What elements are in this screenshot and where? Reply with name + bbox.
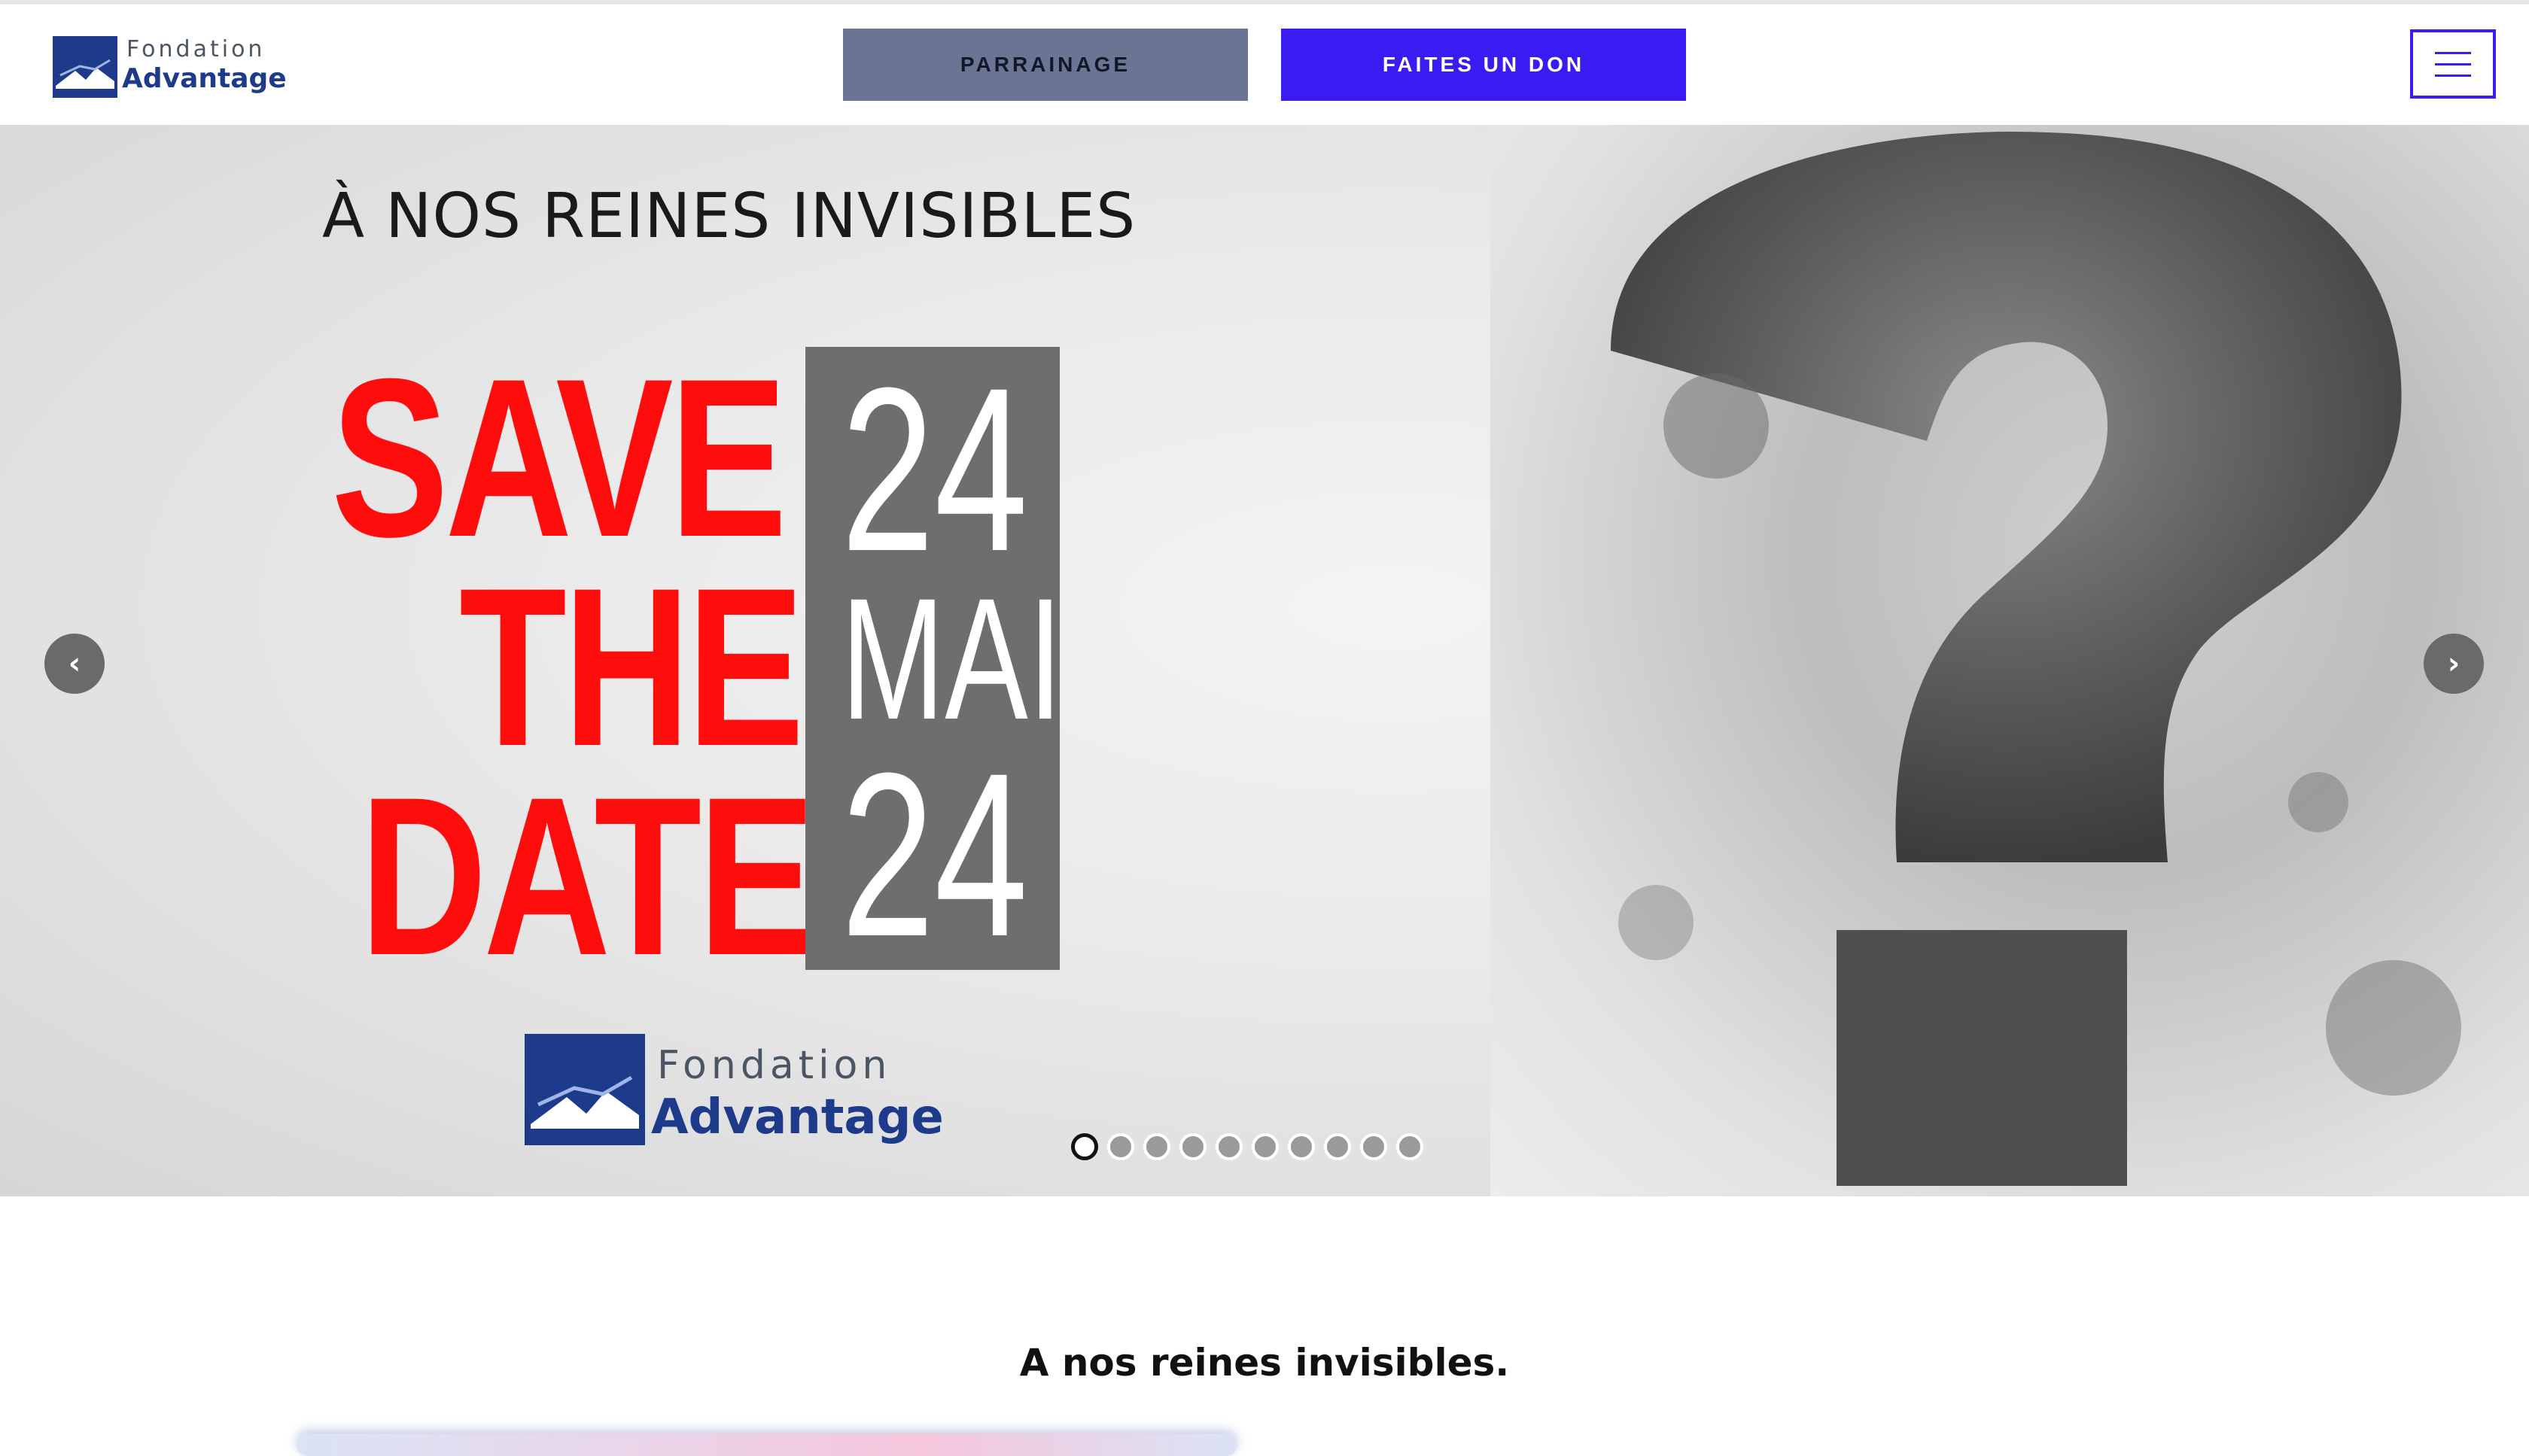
carousel-dot-7[interactable] bbox=[1288, 1133, 1315, 1160]
event-date-month: MAI bbox=[841, 562, 1063, 755]
content-card-preview[interactable] bbox=[297, 1433, 1237, 1456]
hamburger-menu-icon bbox=[2435, 62, 2471, 65]
carousel-dots bbox=[1071, 1133, 1423, 1160]
hero-subtitle: À NOS REINES INVISIBLES bbox=[322, 181, 1137, 252]
logo-mark-icon bbox=[53, 36, 117, 98]
carousel-dot-1[interactable] bbox=[1071, 1133, 1098, 1160]
hero-carousel: À NOS REINES INVISIBLES SAVE THE DATE 24… bbox=[0, 125, 2529, 1196]
logo-text-advantage: Advantage bbox=[122, 63, 287, 94]
chevron-right-icon: › bbox=[2447, 646, 2461, 681]
hero-logo-text-advantage: Advantage bbox=[651, 1090, 944, 1145]
save-the-date-line-2: THE bbox=[459, 540, 805, 793]
save-the-date-line-1: SAVE bbox=[331, 331, 787, 584]
question-mark-collage-image bbox=[1611, 131, 2461, 1186]
carousel-dot-6[interactable] bbox=[1252, 1133, 1279, 1160]
carousel-dot-8[interactable] bbox=[1324, 1133, 1351, 1160]
carousel-dot-4[interactable] bbox=[1179, 1133, 1207, 1160]
carousel-dot-2[interactable] bbox=[1107, 1133, 1134, 1160]
parrainage-button[interactable]: PARRAINAGE bbox=[843, 29, 1248, 101]
carousel-dot-9[interactable] bbox=[1360, 1133, 1387, 1160]
hero-logo-text-fondation: Fondation bbox=[657, 1043, 892, 1088]
chevron-left-icon: ‹ bbox=[68, 646, 81, 681]
site-logo[interactable]: Fondation Advantage bbox=[53, 33, 287, 102]
event-date-box: 24 MAI 24 bbox=[805, 339, 1063, 985]
hero-logo: Fondation Advantage bbox=[525, 1034, 944, 1147]
menu-button[interactable] bbox=[2410, 29, 2496, 99]
donate-button[interactable]: FAITES UN DON bbox=[1281, 29, 1686, 101]
event-date-year: 24 bbox=[841, 724, 1028, 985]
carousel-prev-button[interactable]: ‹ bbox=[44, 634, 105, 694]
carousel-dot-3[interactable] bbox=[1143, 1133, 1170, 1160]
logo-text-fondation: Fondation bbox=[126, 36, 266, 62]
event-date-day: 24 bbox=[841, 339, 1028, 600]
carousel-dot-10[interactable] bbox=[1396, 1133, 1423, 1160]
save-the-date-line-3: DATE bbox=[360, 749, 816, 1002]
hamburger-menu-icon bbox=[2435, 51, 2471, 54]
hamburger-menu-icon bbox=[2435, 74, 2471, 77]
hero-logo-mark-icon bbox=[525, 1034, 645, 1145]
section-title: A nos reines invisibles. bbox=[1019, 1340, 1510, 1385]
site-header: Fondation Advantage PARRAINAGE FAITES UN… bbox=[0, 5, 2529, 125]
carousel-dot-5[interactable] bbox=[1216, 1133, 1243, 1160]
carousel-next-button[interactable]: › bbox=[2424, 634, 2484, 694]
